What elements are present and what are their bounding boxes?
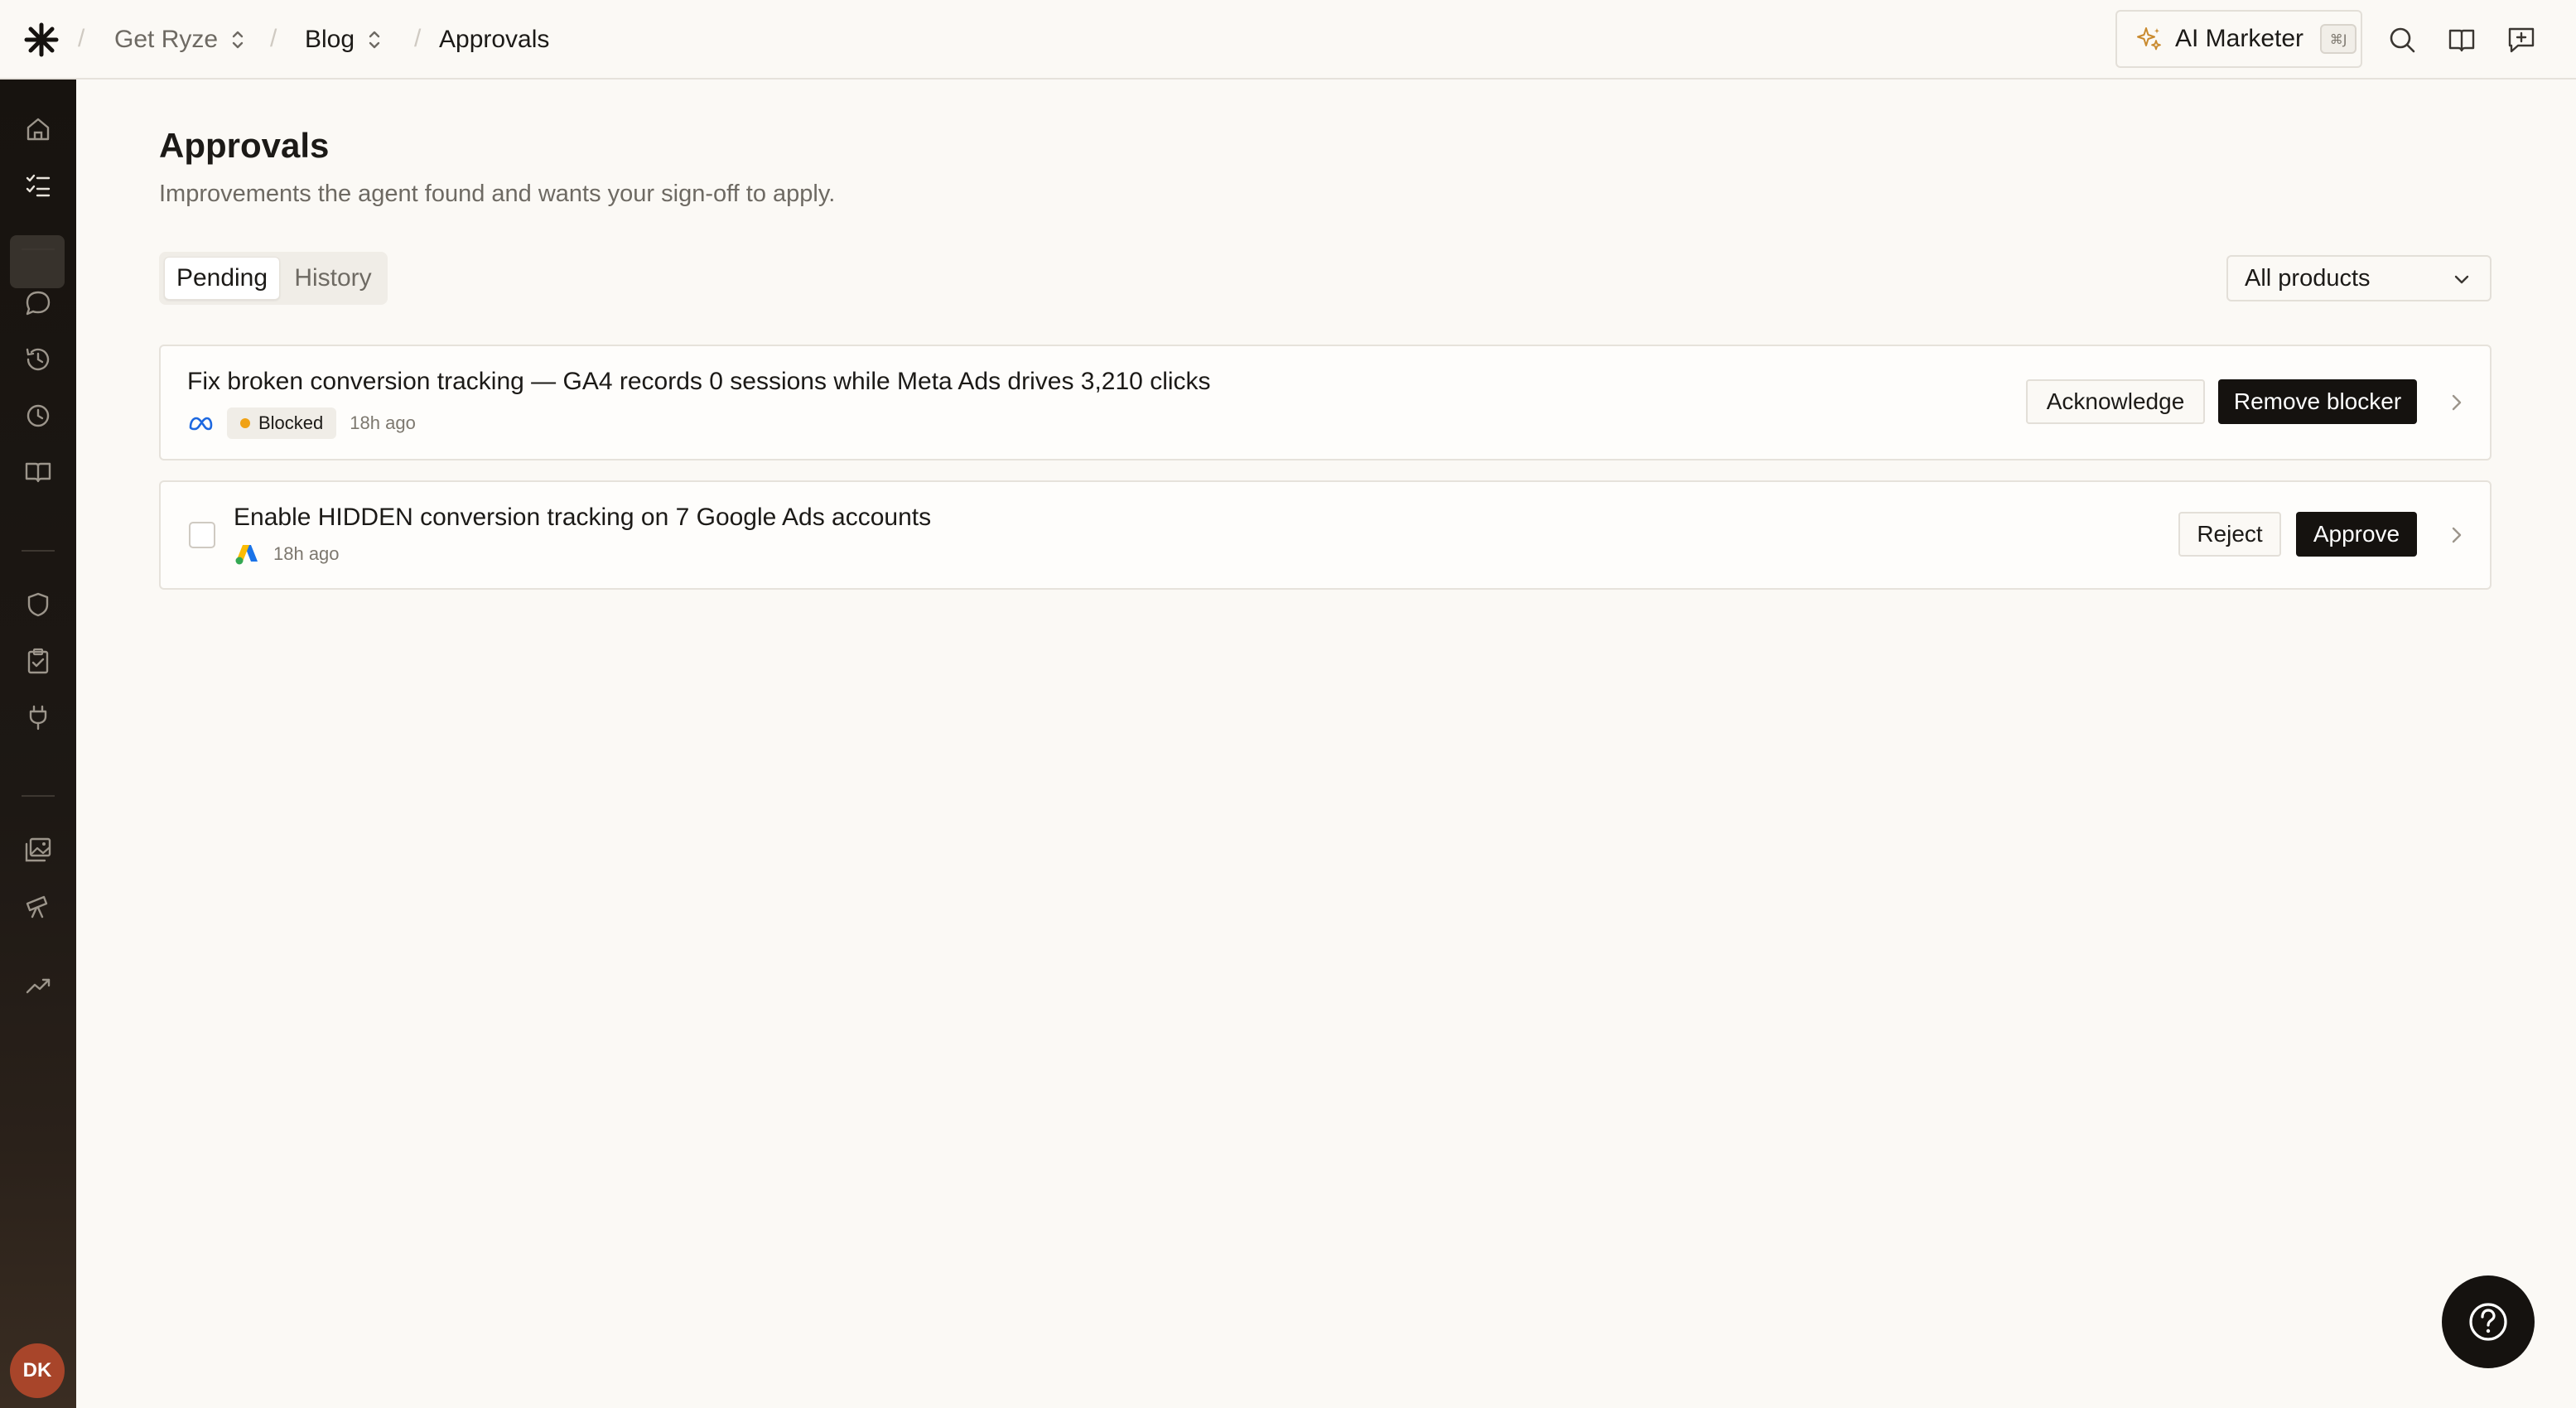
feedback-icon[interactable] <box>2505 23 2538 56</box>
approval-time: 18h ago <box>273 543 340 564</box>
ryze-logo-icon[interactable] <box>23 22 60 58</box>
approval-item[interactable]: Fix broken conversion tracking — GA4 rec… <box>159 345 2492 460</box>
chevron-right-icon[interactable] <box>2445 391 2468 414</box>
breadcrumb-current: Approvals <box>439 23 549 56</box>
status-badge-label: Blocked <box>258 412 324 433</box>
telescope-icon[interactable] <box>22 890 55 923</box>
sidebar-divider <box>22 248 55 250</box>
trending-up-icon[interactable] <box>22 969 55 1002</box>
help-icon <box>2469 1303 2507 1341</box>
breadcrumb-separator: / <box>78 25 85 52</box>
breadcrumb-workspace[interactable]: Get Ryze <box>114 23 246 56</box>
tab-history[interactable]: History <box>283 257 383 300</box>
sidebar-divider <box>22 550 55 552</box>
chat-icon[interactable] <box>22 287 55 320</box>
breadcrumb-separator: / <box>270 25 277 52</box>
breadcrumb-separator: / <box>414 25 422 52</box>
breadcrumb-current-label: Approvals <box>439 26 550 53</box>
approve-button[interactable]: Approve <box>2296 512 2417 557</box>
breadcrumb-workspace-label: Get Ryze <box>114 26 219 53</box>
page-subtitle: Improvements the agent found and wants y… <box>159 181 836 207</box>
avatar[interactable]: DK <box>10 1343 65 1398</box>
chevron-down-icon <box>2454 275 2469 284</box>
sidebar-divider <box>22 795 55 797</box>
home-icon[interactable] <box>22 113 55 146</box>
sparkles-icon <box>2137 27 2161 51</box>
tab-pending[interactable]: Pending <box>164 257 280 300</box>
keyboard-shortcut: ⌘J <box>2320 24 2357 54</box>
ai-marketer-button[interactable]: AI Marketer ⌘J <box>2115 10 2362 68</box>
sidebar-active-indicator <box>10 235 65 288</box>
status-dot <box>240 418 250 428</box>
ai-marketer-label: AI Marketer <box>2175 25 2304 52</box>
chevron-right-icon[interactable] <box>2445 523 2468 547</box>
remove-blocker-button[interactable]: Remove blocker <box>2218 379 2417 424</box>
approval-title: Enable HIDDEN conversion tracking on 7 G… <box>234 504 932 531</box>
product-filter-value: All products <box>2245 264 2371 292</box>
sidebar: DK <box>0 80 76 1408</box>
status-badge: Blocked <box>227 407 337 439</box>
approval-meta: 18h ago <box>234 542 340 567</box>
plug-icon[interactable] <box>22 701 55 734</box>
approval-item[interactable]: Enable HIDDEN conversion tracking on 7 G… <box>159 480 2492 590</box>
select-checkbox[interactable] <box>189 522 215 548</box>
chevron-updown-icon <box>232 31 244 49</box>
approval-title: Fix broken conversion tracking — GA4 rec… <box>187 368 1211 395</box>
help-button[interactable] <box>2442 1275 2535 1368</box>
book-open-icon[interactable] <box>22 456 55 489</box>
breadcrumb-project[interactable]: Blog <box>305 23 383 56</box>
history-icon[interactable] <box>22 343 55 376</box>
shield-icon[interactable] <box>22 588 55 621</box>
breadcrumb-project-label: Blog <box>305 26 355 53</box>
checklist-icon[interactable] <box>22 169 55 202</box>
clock-icon[interactable] <box>22 399 55 432</box>
acknowledge-button[interactable]: Acknowledge <box>2026 379 2205 424</box>
page-title: Approvals <box>159 126 330 165</box>
images-icon[interactable] <box>22 833 55 866</box>
approval-meta: Blocked 18h ago <box>187 407 416 439</box>
chevron-updown-icon <box>369 31 380 49</box>
status-tabs: Pending History <box>159 252 388 305</box>
meta-icon <box>189 417 213 431</box>
product-filter-select[interactable]: All products <box>2226 255 2492 301</box>
google-ads-icon <box>235 545 258 565</box>
search-icon[interactable] <box>2385 23 2419 56</box>
top-bar: / Get Ryze / Blog / Approvals AI Markete… <box>0 0 2576 80</box>
clipboard-check-icon[interactable] <box>22 644 55 677</box>
book-icon[interactable] <box>2445 23 2478 56</box>
reject-button[interactable]: Reject <box>2178 512 2281 557</box>
approval-time: 18h ago <box>350 412 416 433</box>
